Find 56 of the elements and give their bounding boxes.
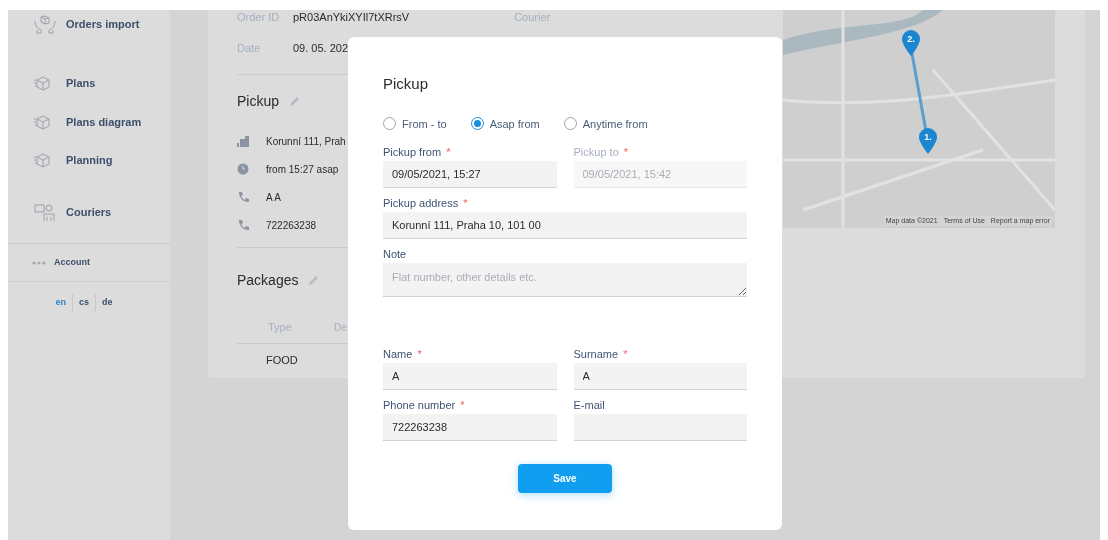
detail-text: A A (266, 190, 281, 205)
required-mark: * (623, 146, 629, 158)
account-link[interactable]: Account (54, 255, 90, 270)
input-field[interactable] (573, 414, 747, 441)
sidebar-item[interactable]: Plans (8, 72, 170, 94)
input-field[interactable]: Korunní 111, Praha 10, 101 00 (383, 212, 747, 239)
field-label: Note (383, 248, 407, 260)
sidebar-item[interactable]: Orders import (8, 13, 170, 35)
hands-box-icon (34, 14, 56, 34)
field-label: Phone number (383, 399, 456, 411)
phone-icon (237, 191, 249, 203)
more-icon (32, 260, 46, 265)
dialog-title: Pickup (383, 74, 430, 94)
radio-button[interactable] (383, 117, 396, 131)
required-mark: * (623, 348, 628, 360)
input-field[interactable]: A (573, 363, 747, 390)
phone-icon (237, 219, 249, 231)
required-mark: * (417, 348, 422, 360)
courier-icon (34, 202, 56, 222)
radio-option[interactable]: From - to (383, 115, 447, 132)
note-field[interactable]: Flat number, other details etc. (383, 263, 747, 297)
field-label: E-mail (573, 399, 605, 411)
section-title: Pickup (237, 91, 280, 111)
field-label: Pickup from (383, 146, 442, 158)
radio-option[interactable]: Anytime from (563, 115, 648, 132)
section-title: Packages (237, 270, 299, 290)
detail-text: from 15:27 asap (266, 162, 339, 177)
sidebar-item[interactable]: Plans diagram (8, 111, 170, 133)
pencil-icon (289, 95, 301, 107)
field-value: 09. 05. 202 (293, 41, 349, 57)
language-link[interactable]: cs (72, 294, 95, 312)
field-value: pR03AnYkiXYIl7tXRrsV (293, 10, 410, 26)
language-link[interactable]: de (95, 294, 119, 312)
field-label: Name (383, 348, 413, 360)
radio-option[interactable]: Asap from (470, 115, 540, 132)
radio-button[interactable] (563, 117, 577, 131)
map-marker[interactable]: 2. (902, 30, 920, 56)
pencil-icon (308, 274, 320, 286)
detail-text: 722263238 (266, 218, 317, 233)
input-field[interactable]: A (383, 363, 557, 390)
required-mark: * (460, 399, 465, 411)
field-label: Surname (573, 348, 619, 360)
clock-icon (237, 163, 249, 175)
table-cell-text: FOOD (265, 352, 298, 368)
field-label: Pickup address (383, 197, 459, 209)
map-marker[interactable]: 1. (919, 128, 937, 154)
required-mark: * (446, 146, 451, 158)
input-field[interactable]: 722263238 (383, 414, 557, 441)
sidebar-item[interactable]: Planning (8, 149, 170, 171)
detail-text: Korunní 111, Prah (266, 134, 346, 149)
input-field[interactable]: 09/05/2021, 15:27 (383, 161, 557, 188)
building-icon (237, 135, 249, 147)
required-mark: * (463, 197, 468, 209)
radio-button[interactable] (470, 117, 484, 131)
sidebar-item[interactable]: Couriers (8, 201, 170, 223)
field-label: Pickup to (573, 146, 619, 158)
